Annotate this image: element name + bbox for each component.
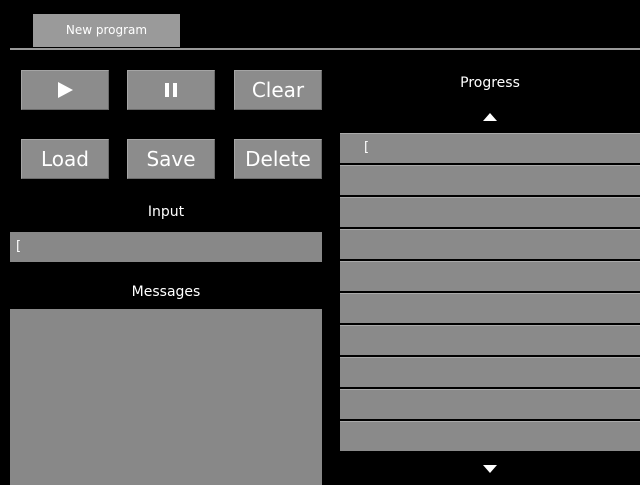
tab-underline xyxy=(10,48,640,50)
scroll-up-button[interactable] xyxy=(340,100,640,133)
progress-label: Progress xyxy=(460,75,520,91)
pause-icon xyxy=(165,83,177,97)
progress-row[interactable] xyxy=(340,229,640,259)
input-label: Input xyxy=(147,204,185,220)
play-button[interactable] xyxy=(21,70,109,110)
progress-row[interactable] xyxy=(340,293,640,323)
progress-row[interactable] xyxy=(340,325,640,355)
delete-button[interactable]: Delete xyxy=(234,139,322,179)
progress-row[interactable] xyxy=(340,421,640,451)
progress-row[interactable] xyxy=(340,357,640,387)
messages-panel xyxy=(10,309,322,485)
up-arrow-icon xyxy=(483,112,497,121)
progress-row[interactable] xyxy=(340,389,640,419)
progress-row[interactable] xyxy=(340,261,640,291)
clear-button[interactable]: Clear xyxy=(234,70,322,110)
input-field[interactable]: [ xyxy=(10,232,322,262)
play-icon xyxy=(58,82,73,98)
tab-new-program[interactable]: New program xyxy=(33,14,180,47)
progress-row[interactable] xyxy=(340,197,640,227)
messages-label: Messages xyxy=(131,284,201,300)
save-button[interactable]: Save xyxy=(127,139,215,179)
progress-row[interactable]: [ xyxy=(340,133,640,163)
pause-button[interactable] xyxy=(127,70,215,110)
load-button[interactable]: Load xyxy=(21,139,109,179)
progress-row[interactable] xyxy=(340,165,640,195)
down-arrow-icon xyxy=(483,464,497,473)
scroll-down-button[interactable] xyxy=(340,452,640,485)
